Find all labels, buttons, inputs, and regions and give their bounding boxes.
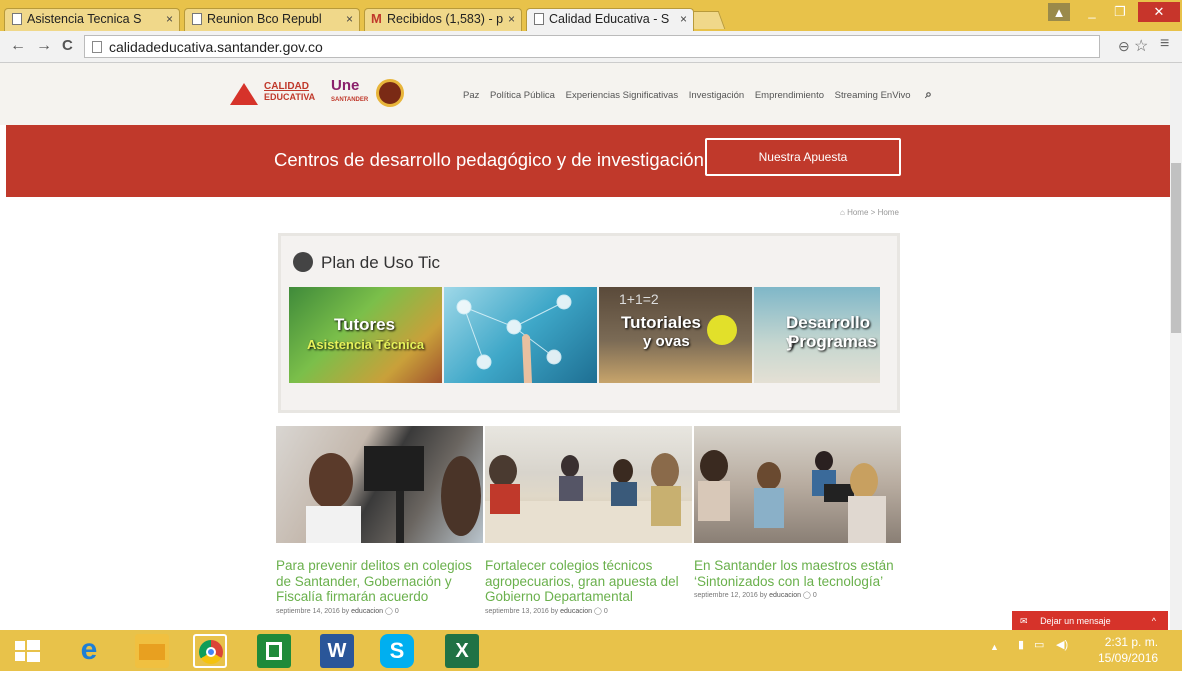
news-title-link[interactable]: Fortalecer colegios técnicos agropecuari… bbox=[485, 558, 690, 605]
zoom-icon[interactable]: ⊖ bbox=[1118, 38, 1130, 55]
reload-button[interactable]: C bbox=[62, 37, 73, 54]
system-clock[interactable]: 2:31 p. m. 15/09/2016 bbox=[1098, 634, 1158, 666]
camera-scene bbox=[306, 446, 481, 543]
main-menu: Paz Política Pública Experiencias Signif… bbox=[463, 87, 940, 102]
chevron-up-icon[interactable]: ^ bbox=[1152, 611, 1156, 631]
news-title-link[interactable]: En Santander los maestros están ‘Sintoni… bbox=[694, 558, 899, 589]
news-meta: septiembre 14, 2016 by educacion ◯ 0 bbox=[276, 607, 399, 615]
breadcrumb: ⌂ Home > Home bbox=[840, 208, 899, 217]
news-meta: septiembre 13, 2016 by educacion ◯ 0 bbox=[485, 607, 608, 615]
tab-close-icon[interactable]: × bbox=[680, 12, 687, 26]
web-page: CALIDAD EDUCATIVA Une SANTANDER Paz Polí… bbox=[0, 63, 1170, 630]
menu-item-investigacion[interactable]: Investigación bbox=[689, 90, 744, 101]
tab-gmail[interactable]: M Recibidos (1,583) - p × bbox=[364, 8, 522, 31]
plan-uso-tic-section: Plan de Uso Tic Tutores Asistencia Técni… bbox=[278, 233, 900, 413]
excel-icon[interactable]: X bbox=[445, 634, 479, 668]
home-icon: ⌂ bbox=[840, 208, 845, 217]
teachers-scene bbox=[698, 450, 886, 543]
comment-icon: ◯ bbox=[385, 607, 393, 615]
word-icon[interactable]: W bbox=[320, 634, 354, 668]
apple-icon bbox=[707, 315, 737, 345]
news-photo-3[interactable] bbox=[694, 426, 901, 543]
scrollbar-thumb[interactable] bbox=[1171, 163, 1181, 333]
page-icon bbox=[534, 13, 544, 25]
tab-reunion[interactable]: Reunion Bco Republ × bbox=[184, 8, 360, 31]
tab-close-icon[interactable]: × bbox=[166, 12, 173, 26]
logo-triangle-icon bbox=[230, 83, 258, 105]
comment-icon: ◯ bbox=[594, 607, 602, 615]
address-bar-row: ← → C calidadeducativa.santander.gov.co … bbox=[0, 31, 1182, 63]
section-title: Plan de Uso Tic bbox=[293, 252, 440, 273]
volume-icon[interactable]: ◀) bbox=[1056, 638, 1068, 651]
news-item-3: En Santander los maestros están ‘Sintoni… bbox=[694, 558, 899, 599]
meeting-scene bbox=[485, 453, 692, 543]
tab-asistencia[interactable]: Asistencia Tecnica S × bbox=[4, 8, 180, 31]
tile-tutores[interactable]: Tutores Asistencia Técnica bbox=[289, 287, 442, 383]
show-hidden-icons[interactable]: ▲ bbox=[990, 642, 999, 652]
back-button[interactable]: ← bbox=[10, 37, 26, 55]
news-title-link[interactable]: Para prevenir delitos en colegios de San… bbox=[276, 558, 481, 605]
news-photo-1[interactable] bbox=[276, 426, 483, 543]
nuestra-apuesta-button[interactable]: Nuestra Apuesta bbox=[705, 138, 901, 176]
tile-tutoriales[interactable]: 1+1=2 Tutoriales y ovas bbox=[599, 287, 752, 383]
menu-item-streaming[interactable]: Streaming EnVivo bbox=[835, 90, 911, 101]
news-item-2: Fortalecer colegios técnicos agropecuari… bbox=[485, 558, 690, 615]
search-icon[interactable]: ⌕ bbox=[925, 87, 932, 101]
news-meta: septiembre 12, 2016 by educacion ◯ 0 bbox=[694, 592, 817, 599]
chat-widget[interactable]: ✉ Dejar un mensaje ^ bbox=[1012, 611, 1168, 631]
gmail-icon: M bbox=[371, 11, 382, 26]
page-icon bbox=[12, 13, 22, 25]
breadcrumb-home-link[interactable]: Home bbox=[847, 208, 868, 217]
network-graphic bbox=[456, 294, 572, 383]
tab-close-icon[interactable]: × bbox=[346, 12, 353, 26]
skype-icon[interactable]: S bbox=[380, 634, 414, 668]
bookmark-star-icon[interactable]: ☆ bbox=[1134, 36, 1148, 56]
comment-icon: ◯ bbox=[803, 592, 811, 599]
user-icon[interactable]: ▲ bbox=[1048, 3, 1070, 21]
site-header: CALIDAD EDUCATIVA Une SANTANDER Paz Polí… bbox=[0, 63, 1170, 125]
news-photo-2[interactable] bbox=[485, 426, 692, 543]
gobernacion-seal-logo[interactable] bbox=[376, 79, 404, 107]
page-icon bbox=[192, 13, 202, 25]
tab-close-icon[interactable]: × bbox=[508, 12, 515, 26]
calidad-educativa-logo[interactable]: CALIDAD EDUCATIVA bbox=[230, 79, 320, 109]
page-scrollbar[interactable] bbox=[1170, 63, 1182, 630]
menu-item-paz[interactable]: Paz bbox=[463, 90, 479, 101]
mail-icon: ✉ bbox=[1020, 616, 1028, 626]
windows-taskbar: e W S X ▲ ▮ ▭ ◀) 2:31 p. m. 15/09/2016 bbox=[0, 630, 1182, 671]
menu-item-politica-publica[interactable]: Política Pública bbox=[490, 90, 555, 101]
tile-desarrollo[interactable]: Desarrollo y Programas bbox=[754, 287, 880, 383]
file-explorer-icon[interactable] bbox=[135, 634, 169, 668]
banner-title: Centros de desarrollo pedagógico y de in… bbox=[274, 149, 704, 170]
forward-button[interactable]: → bbox=[36, 37, 52, 55]
url-input[interactable]: calidadeducativa.santander.gov.co bbox=[84, 35, 1100, 58]
minimize-button[interactable]: _ bbox=[1080, 2, 1104, 22]
restore-button[interactable]: ❐ bbox=[1108, 2, 1132, 22]
menu-item-experiencias[interactable]: Experiencias Significativas bbox=[566, 90, 678, 101]
chrome-icon[interactable] bbox=[193, 634, 227, 668]
tab-strip: Asistencia Tecnica S × Reunion Bco Repub… bbox=[0, 0, 1182, 31]
tab-calidad-educativa[interactable]: Calidad Educativa - S × bbox=[526, 8, 694, 31]
tile-red-tic[interactable] bbox=[444, 287, 597, 383]
menu-item-emprendimiento[interactable]: Emprendimiento bbox=[755, 90, 824, 101]
menu-icon[interactable]: ≡ bbox=[1160, 35, 1169, 53]
battery-icon[interactable]: ▮ bbox=[1018, 638, 1024, 651]
network-icon[interactable]: ▭ bbox=[1034, 638, 1044, 651]
page-icon bbox=[92, 41, 102, 53]
close-window-button[interactable]: ✕ bbox=[1138, 2, 1180, 22]
store-icon[interactable] bbox=[257, 634, 291, 668]
internet-explorer-icon[interactable]: e bbox=[72, 634, 106, 668]
hero-banner: Centros de desarrollo pedagógico y de in… bbox=[6, 125, 1170, 197]
une-santander-logo[interactable]: Une SANTANDER bbox=[331, 78, 368, 111]
comment-icon bbox=[293, 252, 313, 272]
news-item-1: Para prevenir delitos en colegios de San… bbox=[276, 558, 481, 615]
start-button[interactable] bbox=[10, 634, 44, 668]
